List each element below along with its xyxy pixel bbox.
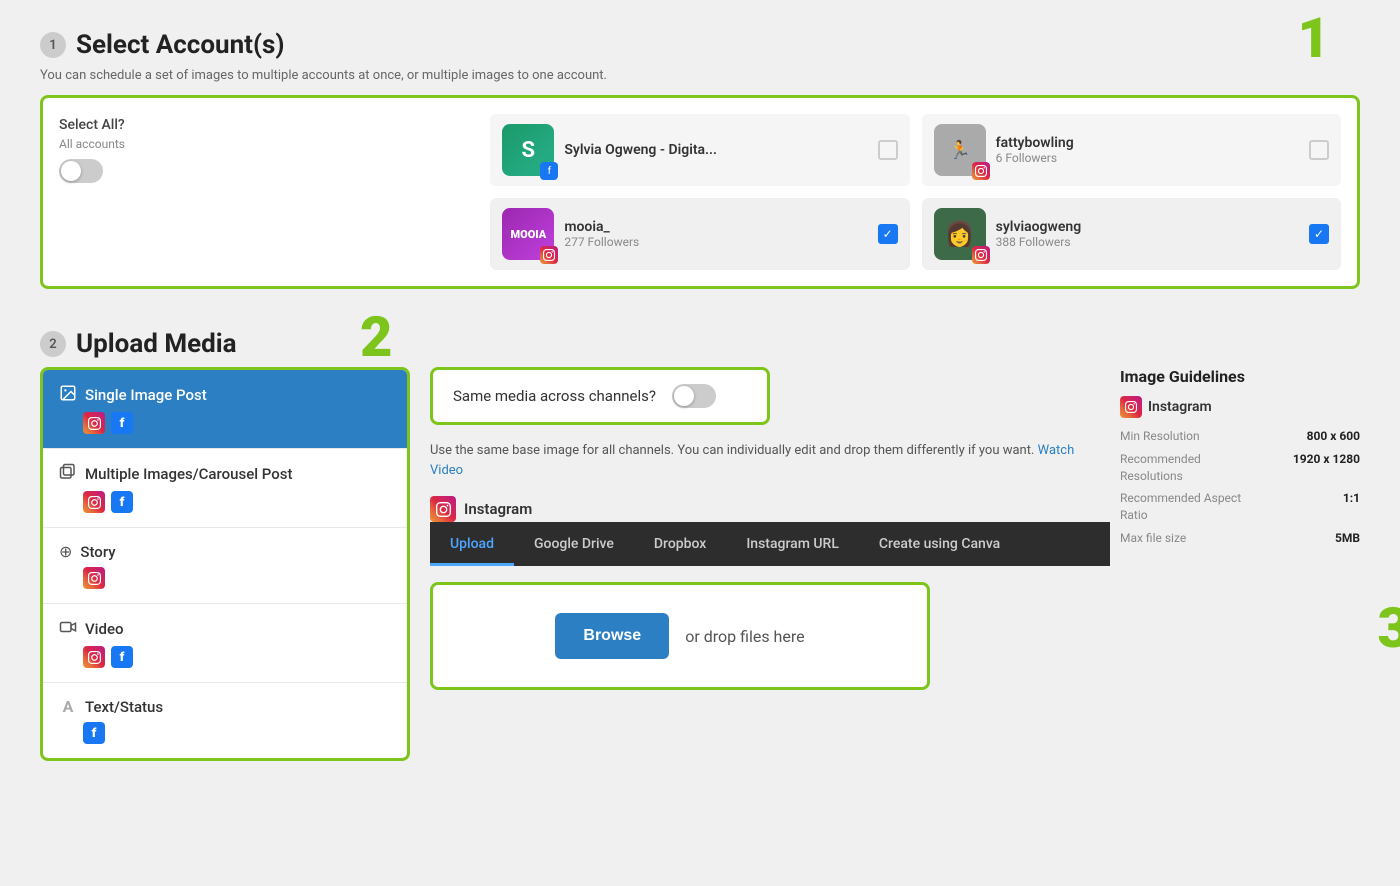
account-followers-mooia: 277 Followers [564, 235, 867, 249]
select-all-sub: All accounts [59, 137, 478, 151]
upload-content: Single Image Post f Multiple Images/Caro… [40, 367, 1360, 761]
corner-number-1: 1 [1298, 10, 1330, 66]
guideline-row-filesize: Max file size 5MB [1120, 530, 1360, 547]
accounts-box: Select All? All accounts S f Sylvia Ogwe… [40, 95, 1360, 289]
guideline-row-aspect: Recommended Aspect Ratio 1:1 [1120, 490, 1360, 524]
corner-number-3: 3 [1378, 600, 1400, 656]
fb-platform-multiple: f [111, 491, 133, 513]
avatar-sylviaogweng: 👩 [934, 208, 986, 260]
ig-platform-single [83, 412, 105, 434]
ig-platform-multiple [83, 491, 105, 513]
tab-google-drive[interactable]: Google Drive [514, 522, 634, 566]
same-media-box: Same media across channels? [430, 367, 770, 425]
multiple-image-icon [59, 463, 77, 485]
account-info-sylviaogweng: sylviaogweng 388 Followers [996, 219, 1299, 249]
ig-icon-channel [430, 496, 456, 522]
guideline-row-rec-res: Recommended Resolutions 1920 x 1280 [1120, 451, 1360, 485]
checkbox-mooia[interactable]: ✓ [878, 224, 898, 244]
section2-header: 2 Upload Media [40, 329, 1360, 359]
tab-dropbox[interactable]: Dropbox [634, 522, 726, 566]
guideline-platform: Instagram [1120, 396, 1360, 418]
account-followers-sylviaogweng: 388 Followers [996, 235, 1299, 249]
account-info-sylvia-digital: Sylvia Ogweng - Digita... [564, 142, 867, 158]
section1-header: 1 Select Account(s) [40, 30, 1360, 60]
upload-media-section: 2 Upload Media Single Image Post f [40, 329, 1360, 761]
account-card-mooia[interactable]: MOOIA mooia_ 277 Followers ✓ [490, 198, 909, 270]
account-followers-fattybowling: 6 Followers [996, 151, 1299, 165]
media-type-label-story: ⊕ Story [59, 542, 391, 561]
fb-platform-single: f [111, 412, 133, 434]
ig-platform-story [83, 567, 105, 589]
text-status-icon: A [59, 697, 77, 716]
media-type-single-image[interactable]: Single Image Post f [43, 370, 407, 449]
select-all-toggle[interactable] [59, 159, 103, 183]
section1-title: Select Account(s) [76, 30, 285, 60]
upload-area-wrapper: Browse or drop files here 3 [430, 566, 1360, 690]
ig-badge-fatty [972, 162, 990, 180]
multiple-platforms: f [83, 491, 391, 513]
single-image-platforms: f [83, 412, 391, 434]
account-name-fattybowling: fattybowling [996, 135, 1299, 151]
accounts-row1: Select All? All accounts S f Sylvia Ogwe… [59, 114, 1341, 186]
single-image-icon [59, 384, 77, 406]
account-card-sylviaogweng[interactable]: 👩 sylviaogweng 388 Followers ✓ [922, 198, 1341, 270]
media-type-label-multiple: Multiple Images/Carousel Post [59, 463, 391, 485]
media-types-box: Single Image Post f Multiple Images/Caro… [40, 367, 410, 761]
section1-subtitle: You can schedule a set of images to mult… [40, 68, 1360, 83]
avatar-sylvia-digital: S f [502, 124, 554, 176]
avatar-fattybowling: 🏃 [934, 124, 986, 176]
step2-circle: 2 [40, 331, 66, 357]
account-info-mooia: mooia_ 277 Followers [564, 219, 867, 249]
text-platforms: f [83, 722, 391, 744]
media-type-story[interactable]: ⊕ Story [43, 528, 407, 604]
account-card-sylvia-digital[interactable]: S f Sylvia Ogweng - Digita... [490, 114, 909, 186]
step1-circle: 1 [40, 32, 66, 58]
ig-badge-mooia [540, 246, 558, 264]
account-name-sylvia-digital: Sylvia Ogweng - Digita... [564, 142, 867, 158]
same-media-label: Same media across channels? [453, 387, 656, 405]
select-all-cell: Select All? All accounts [59, 117, 478, 183]
media-type-multiple[interactable]: Multiple Images/Carousel Post f [43, 449, 407, 528]
select-all-label: Select All? [59, 117, 478, 133]
select-accounts-section: 1 Select Account(s) You can schedule a s… [40, 30, 1360, 289]
fb-platform-video: f [111, 646, 133, 668]
media-type-label-video: Video [59, 618, 391, 640]
checkbox-sylviaogweng[interactable]: ✓ [1309, 224, 1329, 244]
ig-badge-sylviaog [972, 246, 990, 264]
same-media-toggle[interactable] [672, 384, 716, 408]
story-icon: ⊕ [59, 542, 72, 561]
guideline-row-min-res: Min Resolution 800 x 600 [1120, 428, 1360, 445]
upload-drop-area[interactable]: Browse or drop files here [430, 582, 930, 690]
account-info-fattybowling: fattybowling 6 Followers [996, 135, 1299, 165]
checkbox-sylvia-digital[interactable] [878, 140, 898, 160]
video-icon [59, 618, 77, 640]
fb-badge-sylvia: f [540, 162, 558, 180]
corner-number-2: 2 [360, 309, 392, 365]
desc-text: Use the same base image for all channels… [430, 441, 1090, 480]
media-type-label-text: A Text/Status [59, 697, 391, 716]
media-type-label-single: Single Image Post [59, 384, 391, 406]
video-platforms: f [83, 646, 391, 668]
media-type-video[interactable]: Video f [43, 604, 407, 683]
ig-platform-video [83, 646, 105, 668]
ig-icon-guidelines [1120, 396, 1142, 418]
guidelines-title: Image Guidelines [1120, 367, 1360, 386]
account-name-mooia: mooia_ [564, 219, 867, 235]
accounts-row2: MOOIA mooia_ 277 Followers ✓ 👩 [59, 198, 1341, 270]
story-platforms [83, 567, 391, 589]
avatar-mooia: MOOIA [502, 208, 554, 260]
drop-text: or drop files here [685, 627, 804, 646]
account-card-fattybowling[interactable]: 🏃 fattybowling 6 Followers [922, 114, 1341, 186]
browse-button[interactable]: Browse [555, 613, 669, 659]
account-name-sylviaogweng: sylviaogweng [996, 219, 1299, 235]
checkbox-fattybowling[interactable] [1309, 140, 1329, 160]
tab-instagram-url[interactable]: Instagram URL [726, 522, 859, 566]
tab-create-canva[interactable]: Create using Canva [859, 522, 1020, 566]
media-type-text[interactable]: A Text/Status f [43, 683, 407, 758]
section2-title: Upload Media [76, 329, 237, 359]
upload-tabs-bar: Upload Google Drive Dropbox Instagram UR… [430, 522, 1110, 566]
guidelines-panel: Image Guidelines Instagram Min Resolutio… [1120, 367, 1360, 553]
tab-upload[interactable]: Upload [430, 522, 514, 566]
fb-platform-text: f [83, 722, 105, 744]
